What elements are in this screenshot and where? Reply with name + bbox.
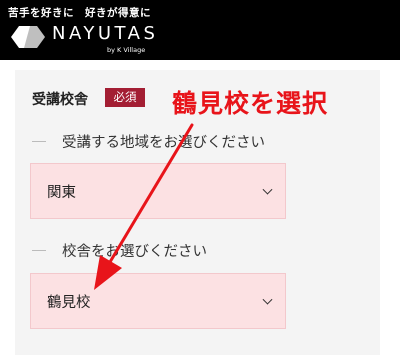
label-dash (32, 250, 46, 251)
school-label-text: 校舎をお選びください (62, 244, 207, 260)
site-tagline: 苦手を好きに 好きが得意に (8, 7, 151, 19)
label-dash (32, 141, 46, 142)
site-header: 苦手を好きに 好きが得意に NAYUTAS by K Village (0, 0, 400, 60)
required-badge: 必須 (105, 88, 145, 107)
chevron-down-icon (262, 184, 273, 195)
site-logo-sub: by K Village (107, 46, 146, 54)
region-select[interactable]: 関東 (30, 163, 286, 219)
chevron-down-icon (262, 294, 273, 305)
region-field-label: 受講する地域をお選びください (32, 131, 265, 152)
school-select-value: 鶴見校 (47, 294, 91, 311)
school-field-label: 校舎をお選びください (32, 240, 207, 261)
region-label-text: 受講する地域をお選びください (62, 135, 265, 151)
site-logo[interactable]: NAYUTAS (52, 23, 158, 44)
annotation-callout: 鶴見校を選択 (172, 89, 329, 118)
logo-hexagon-icon (11, 26, 45, 48)
section-title: 受講校舎 (32, 92, 88, 108)
school-select[interactable]: 鶴見校 (30, 273, 286, 329)
region-select-value: 関東 (47, 184, 76, 201)
